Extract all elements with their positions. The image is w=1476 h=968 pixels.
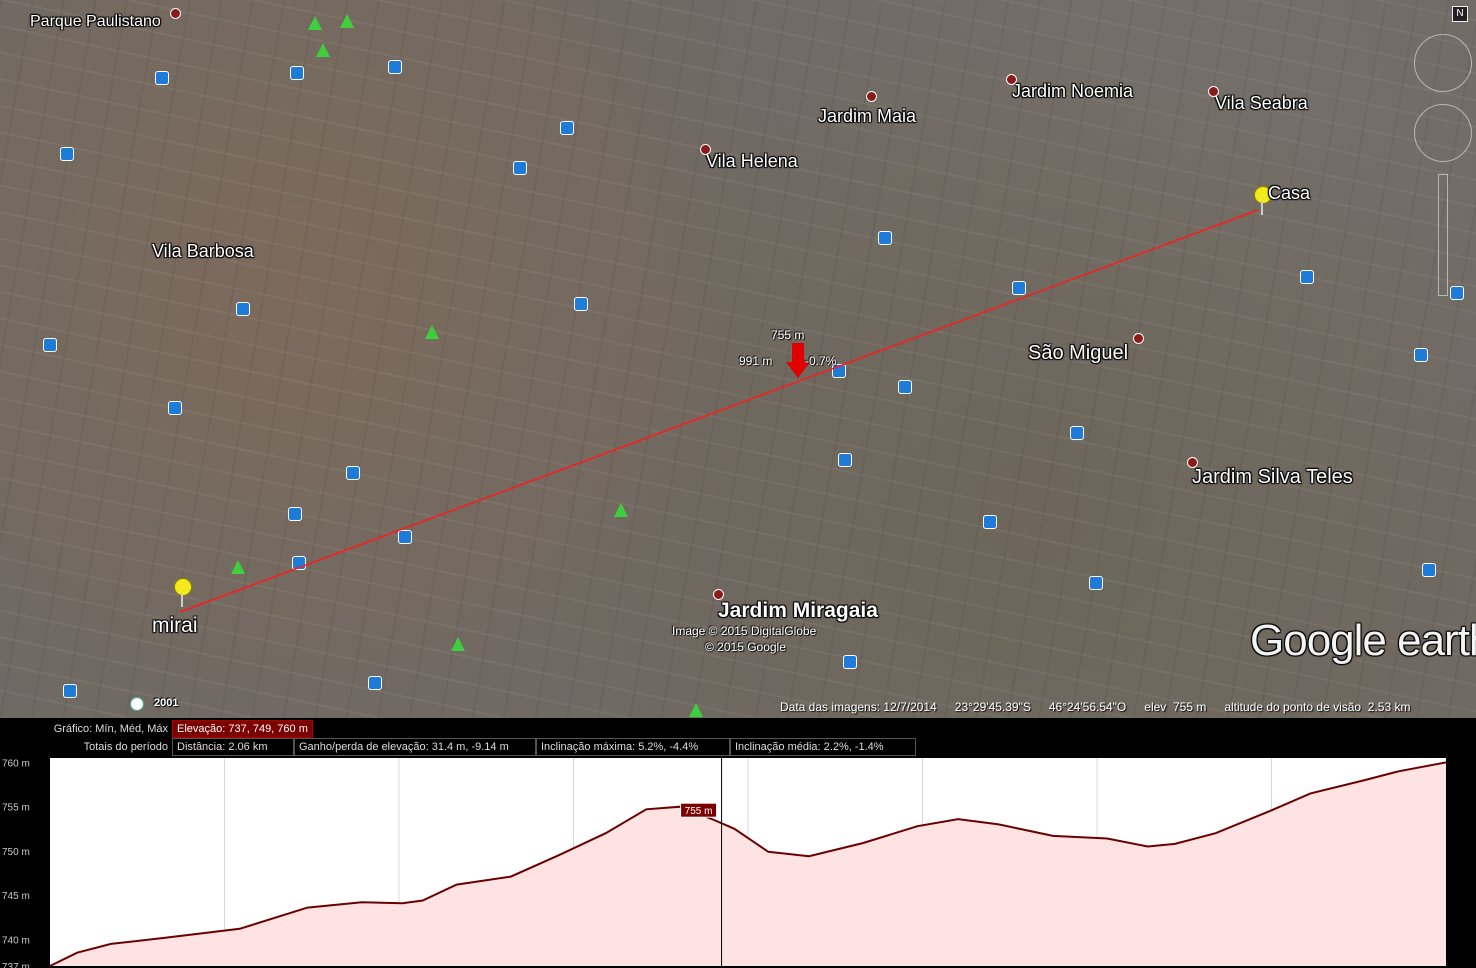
y-tick-label: 740 m xyxy=(2,935,30,946)
graph-stats-label: Gráfico: Mín, Méd, Máx xyxy=(53,723,168,735)
navigation-controls[interactable]: N xyxy=(1412,4,1472,304)
y-tick-label: 760 m xyxy=(2,758,30,769)
cursor-distance: 991 m xyxy=(739,354,773,368)
zoom-slider[interactable] xyxy=(1438,174,1448,296)
imagery-credit: Image © 2015 DigitalGlobe xyxy=(672,624,817,638)
cursor-elevation: 755 m xyxy=(771,328,805,342)
north-compass-icon[interactable]: N xyxy=(1452,6,1468,22)
y-tick-label: 755 m xyxy=(2,803,30,814)
chart-cursor-label: 755 m xyxy=(685,806,713,817)
range-totals-label: Totais do período xyxy=(83,741,168,753)
elevation-stats[interactable]: Elevação: 737, 749, 760 m xyxy=(172,720,313,738)
y-tick-label: 750 m xyxy=(2,847,30,858)
latitude: 23°29'45.39"S xyxy=(954,700,1031,714)
elevation-profile-panel[interactable]: Gráfico: Mín, Méd, Máx Elevação: 737, 74… xyxy=(0,718,1476,968)
google-credit: © 2015 Google xyxy=(705,640,786,654)
elevation-gain-stat[interactable]: Ganho/perda de elevação: 31.4 m, -9.14 m xyxy=(294,738,536,756)
avg-slope-stat[interactable]: Inclinação média: 2.2%, -1.4% xyxy=(730,738,916,756)
y-tick-label: 737 m xyxy=(2,962,30,968)
google-earth-logo: Google earth xyxy=(1250,616,1476,665)
elevation-chart[interactable]: 760 m 755 m 750 m 745 m 740 m 737 m 755 m xyxy=(0,756,1476,968)
distance-stat[interactable]: Distância: 2.06 km xyxy=(172,738,294,756)
longitude: 46°24'56.54"O xyxy=(1048,700,1127,714)
path-line xyxy=(179,209,1259,613)
y-tick-label: 745 m xyxy=(2,891,30,902)
placemark-mirai[interactable]: mirai xyxy=(152,614,198,638)
image-date: Data das imagens: 12/7/2014 xyxy=(780,700,937,714)
look-joystick[interactable] xyxy=(1414,34,1472,92)
historical-imagery-clock-icon[interactable] xyxy=(130,697,144,711)
map-view[interactable]: Parque Paulistano Jardim Noemia Vila Sea… xyxy=(0,0,1476,718)
eye-altitude-label: altitude do ponto de visão xyxy=(1224,700,1362,714)
status-bar: Data das imagens: 12/7/2014 23°29'45.39"… xyxy=(780,696,1476,718)
placemark-casa[interactable]: Casa xyxy=(1268,183,1310,204)
elevation-value: 755 m xyxy=(1172,700,1207,714)
elevation-label: elev xyxy=(1144,700,1167,714)
move-joystick[interactable] xyxy=(1414,104,1472,162)
pushpin-icon[interactable] xyxy=(174,578,192,607)
max-slope-stat[interactable]: Inclinação máxima: 5.2%, -4.4% xyxy=(536,738,730,756)
eye-altitude-value: 2.53 km xyxy=(1367,700,1411,714)
cursor-slope: -0.7% xyxy=(805,354,837,368)
historical-imagery-year[interactable]: 2001 xyxy=(154,697,178,709)
